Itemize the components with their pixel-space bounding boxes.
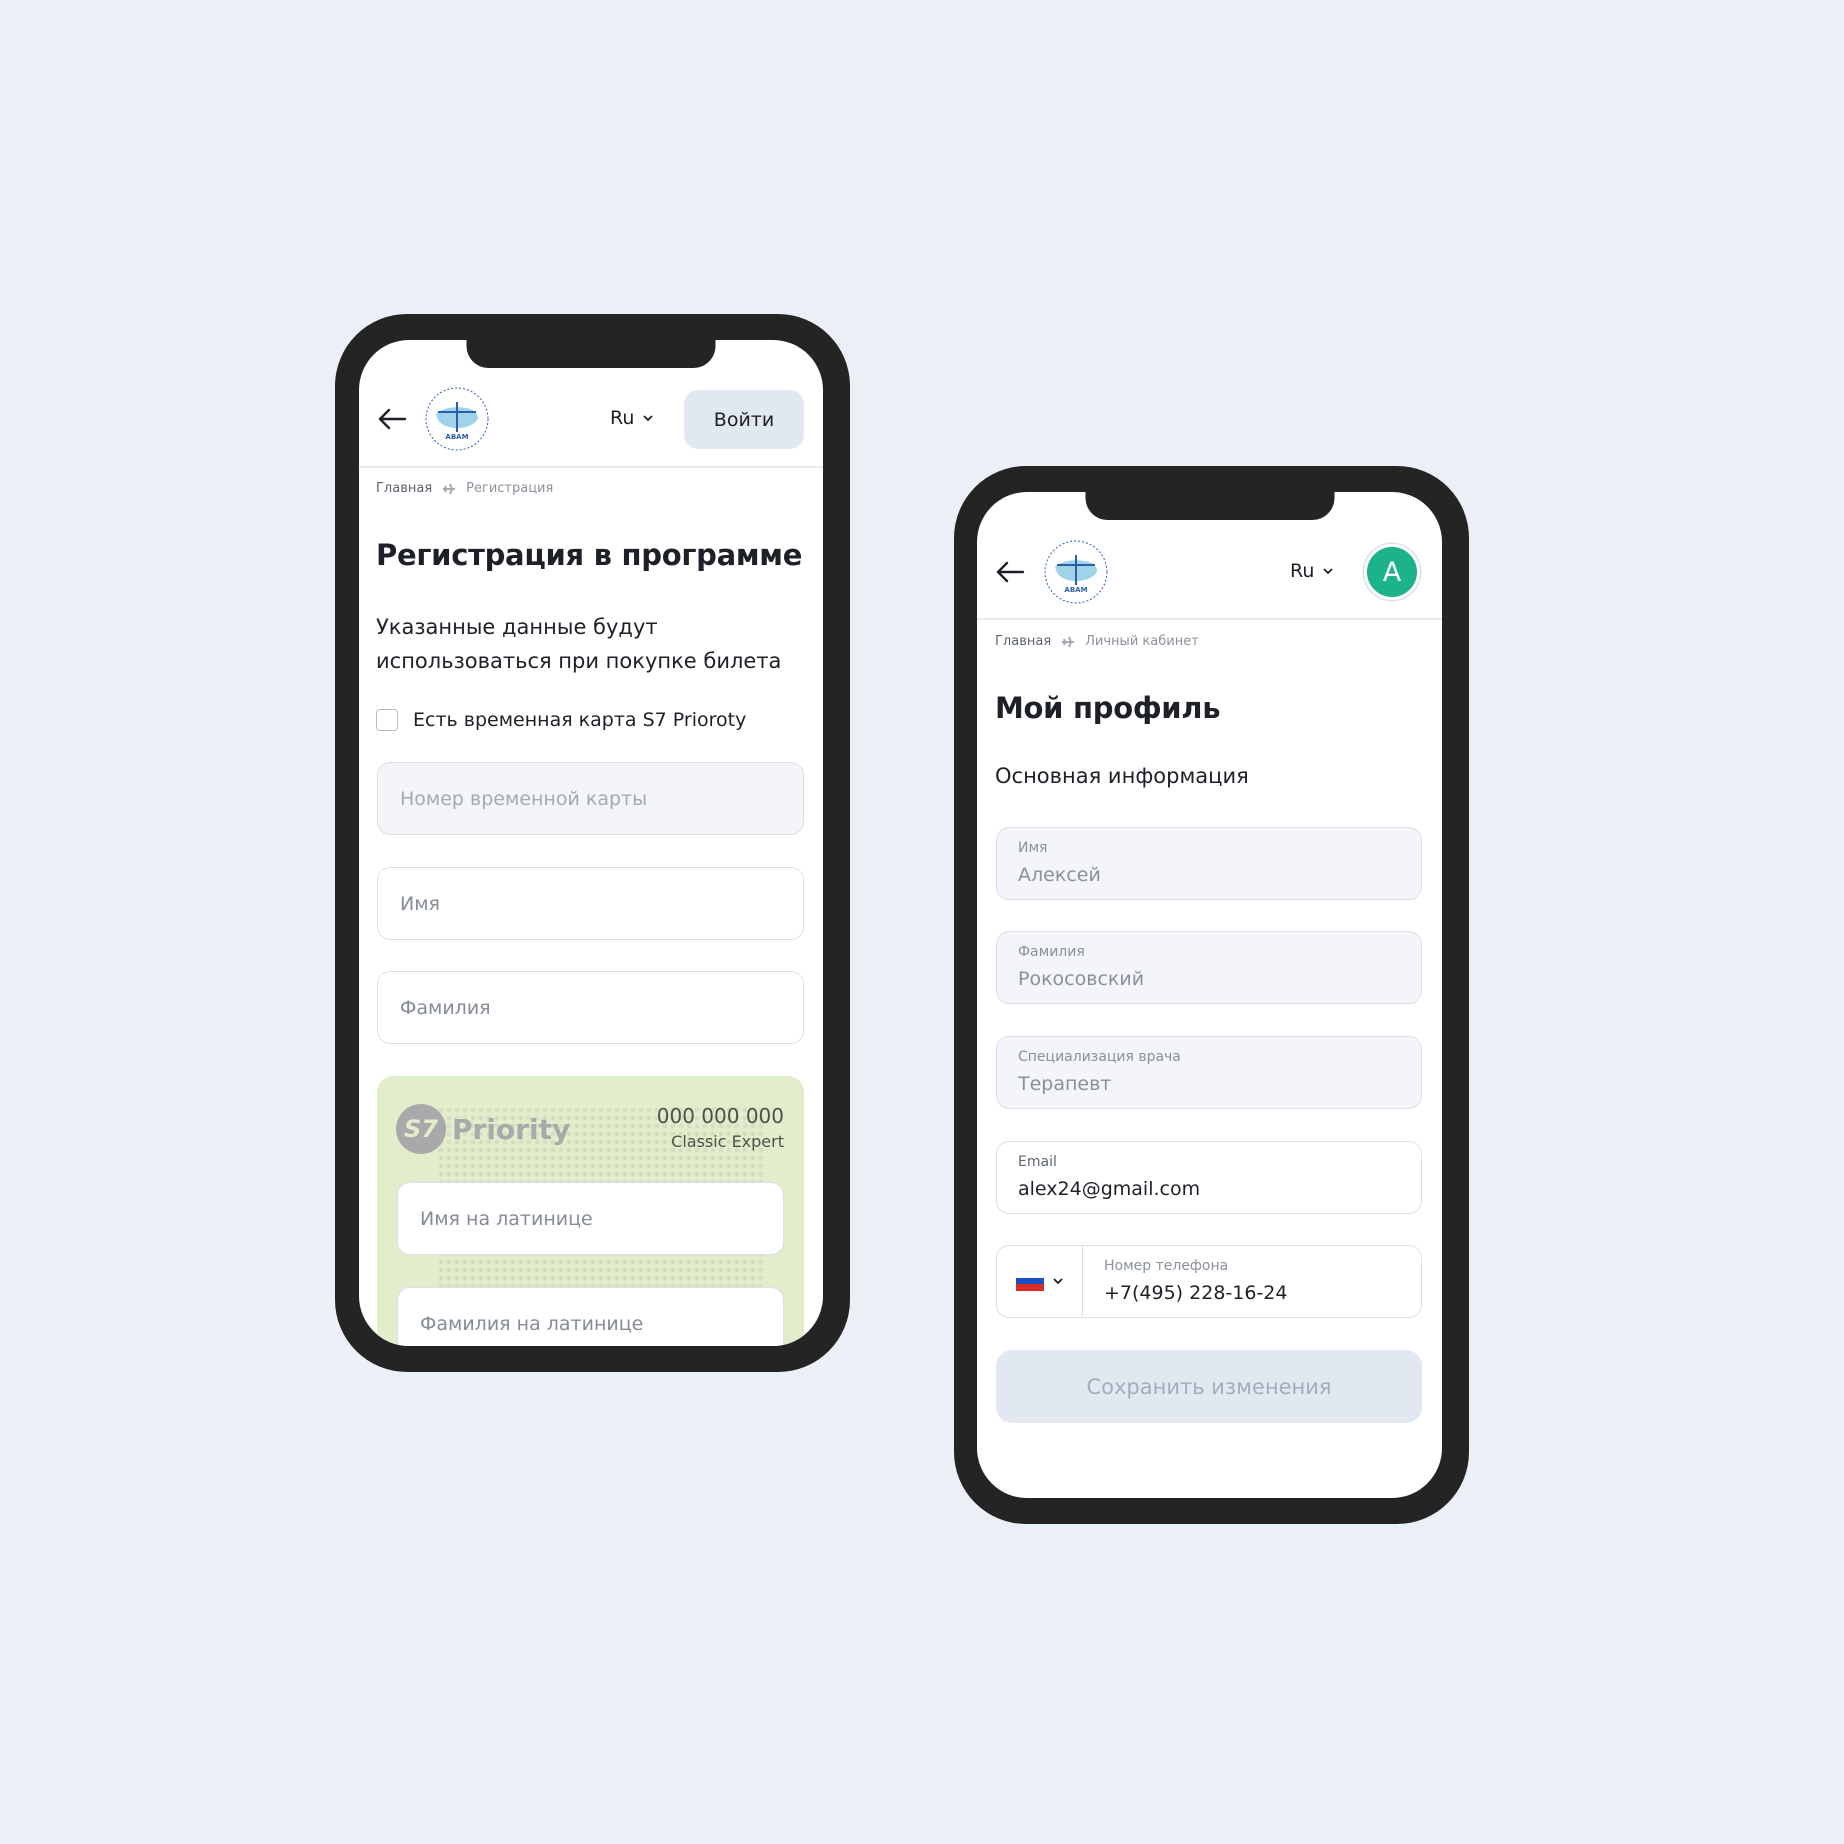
breadcrumb: Главная Личный кабинет [995,634,1199,649]
profile-phone-frame: АВАМ Ru A Главная Личный кабинет Мой про… [954,466,1469,1524]
temp-card-input[interactable]: Номер временной карты [377,762,804,835]
country-select[interactable] [997,1246,1083,1316]
avatar[interactable]: A [1364,544,1420,600]
placeholder: Фамилия [400,996,491,1019]
arrow-left-icon[interactable] [377,408,407,430]
first-name-input[interactable]: Имя [377,867,804,940]
subtitle-line: использоваться при покупке билета [376,649,782,673]
plane-icon [443,483,456,494]
svg-text:АВАМ: АВАМ [445,433,468,441]
svg-text:АВАМ: АВАМ [1064,586,1087,594]
language-select[interactable]: Ru [1290,560,1334,582]
placeholder: Номер временной карты [400,787,648,810]
card-tier: Classic Expert [671,1132,784,1151]
priority-brand: Priority [452,1112,571,1146]
field-label: Специализация врача [1018,1049,1181,1065]
arrow-left-icon[interactable] [995,561,1025,583]
chevron-down-icon [643,415,654,422]
save-changes-button[interactable]: Сохранить изменения [996,1350,1422,1423]
checkbox-label: Есть временная карта S7 Prioroty [413,709,747,731]
breadcrumb: Главная Регистрация [376,481,553,496]
chevron-down-icon [1323,568,1334,575]
breadcrumb-home[interactable]: Главная [376,481,432,496]
avam-logo[interactable]: АВАМ [1043,539,1109,605]
breadcrumb-current: Регистрация [466,481,554,496]
field-value: alex24@gmail.com [1018,1178,1201,1200]
field-value: +7(495) 228-16-24 [1104,1282,1288,1304]
login-button[interactable]: Войти [684,390,804,449]
last-name-field[interactable]: Фамилия Рокосовский [996,931,1422,1004]
latin-first-name-input[interactable]: Имя на латинице [397,1182,784,1255]
placeholder: Имя [400,892,440,915]
field-label: Email [1018,1154,1057,1170]
s7-logo: S7 Priority [396,1104,570,1154]
notch [466,340,716,368]
card-number: 000 000 000 [656,1104,784,1128]
page-title: Регистрация в программе [376,538,803,572]
placeholder: Имя на латинице [420,1207,593,1230]
russia-flag-icon [1015,1271,1044,1291]
header-divider [359,466,823,468]
first-name-field[interactable]: Имя Алексей [996,827,1422,900]
plane-icon [1062,636,1075,647]
avam-logo[interactable]: АВАМ [424,386,490,452]
subtitle: Указанные данные будут использоваться пр… [376,610,781,678]
field-value: Терапевт [1018,1073,1112,1095]
s7-priority-card: S7 Priority 000 000 000 Classic Expert И… [377,1076,804,1346]
breadcrumb-current: Личный кабинет [1085,634,1199,649]
field-label: Фамилия [1018,944,1085,960]
field-value: Рокосовский [1018,968,1145,990]
registration-phone-frame: АВАМ Ru Войти Главная Регистрация Регист… [335,314,850,1372]
profile-screen: АВАМ Ru A Главная Личный кабинет Мой про… [977,492,1442,1498]
email-field[interactable]: Email alex24@gmail.com [996,1141,1422,1214]
checkbox[interactable] [376,709,398,731]
specialization-field[interactable]: Специализация врача Терапевт [996,1036,1422,1109]
last-name-input[interactable]: Фамилия [377,971,804,1044]
registration-screen: АВАМ Ru Войти Главная Регистрация Регист… [359,340,823,1346]
breadcrumb-home[interactable]: Главная [995,634,1051,649]
field-label: Номер телефона [1104,1258,1229,1274]
s7-card-checkbox-row[interactable]: Есть временная карта S7 Prioroty [376,709,746,731]
phone-field[interactable]: Номер телефона +7(495) 228-16-24 [996,1245,1422,1318]
language-value: Ru [1290,560,1315,582]
latin-last-name-input[interactable]: Фамилия на латинице [397,1287,784,1346]
header-divider [977,618,1442,620]
field-value: Алексей [1018,864,1101,886]
placeholder: Фамилия на латинице [420,1312,644,1335]
s7-mark: S7 [396,1104,446,1154]
language-select[interactable]: Ru [610,407,654,429]
field-label: Имя [1018,840,1048,856]
page-title: Мой профиль [995,691,1221,725]
section-title: Основная информация [995,764,1249,788]
notch [1085,492,1334,520]
language-value: Ru [610,407,635,429]
subtitle-line: Указанные данные будут [376,615,658,639]
chevron-down-icon [1052,1278,1063,1285]
